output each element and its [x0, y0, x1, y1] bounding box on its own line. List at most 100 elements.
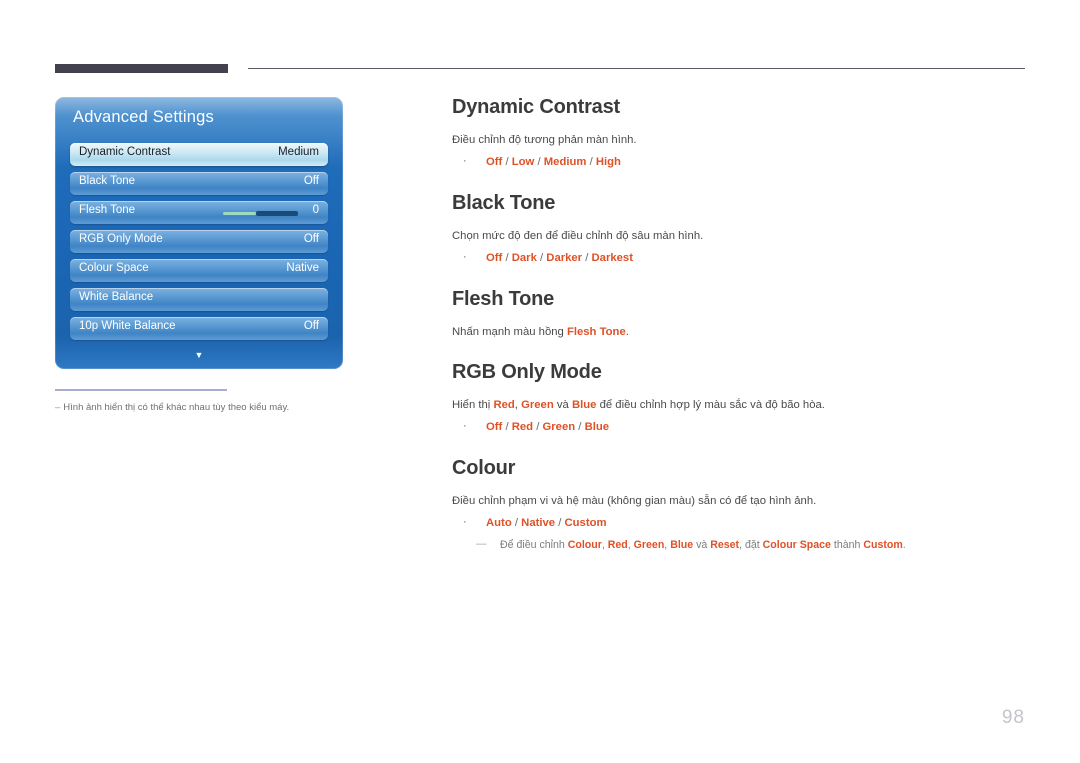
subnote-text: .: [902, 539, 906, 552]
menu-item-label: Black Tone: [79, 175, 136, 187]
option-value: High: [595, 156, 621, 169]
option-separator: /: [534, 156, 544, 169]
bullet-dot-icon: ·: [463, 155, 467, 168]
section-description: Điều chỉnh phạm vi và hệ màu (không gian…: [452, 494, 817, 507]
subnote-term: Green: [633, 539, 665, 552]
menu-item-flesh-tone[interactable]: Flesh Tone 0: [70, 201, 328, 224]
section-description: Hiển thị Red, Green và Blue để điều chỉn…: [452, 397, 1032, 413]
subnote-term: Blue: [670, 539, 694, 552]
section-description: Điều chỉnh độ tương phản màn hình.: [452, 134, 637, 146]
subnote-term: Reset: [710, 539, 740, 552]
option-separator: /: [533, 421, 543, 434]
option-separator: /: [586, 156, 596, 169]
option-value: Dark: [511, 252, 537, 265]
subnote-text: và: [693, 539, 711, 552]
page-number: 98: [1001, 707, 1025, 728]
option-value: Off: [486, 156, 503, 169]
option-value: Off: [486, 421, 503, 434]
subnote-text: thành: [830, 539, 864, 552]
flesh-tone-slider[interactable]: [223, 211, 298, 216]
option-value: Darkest: [591, 252, 633, 265]
option-value: Green: [542, 421, 576, 434]
menu-item-value: Off: [303, 320, 319, 332]
menu-item-white-balance[interactable]: White Balance: [70, 288, 328, 311]
option-value: Native: [521, 517, 556, 529]
header-rule-thick: [55, 64, 228, 73]
option-value: Low: [511, 156, 535, 169]
bullet-dot-icon: ·: [463, 516, 467, 528]
menu-item-dynamic-contrast[interactable]: Dynamic Contrast Medium: [70, 143, 328, 166]
desc-text: để điều chỉnh hợp lý màu sắc và độ bão h…: [596, 398, 825, 411]
option-value: Auto: [486, 517, 512, 529]
page-header-rule: [55, 64, 1025, 74]
menu-item-value: Off: [303, 233, 319, 245]
section-description: Chọn mức độ đen để điều chỉnh độ sâu màn…: [452, 229, 704, 242]
desc-term: Flesh Tone: [566, 325, 626, 338]
option-separator: /: [582, 252, 592, 265]
menu-item-value: Off: [303, 175, 319, 187]
menu-item-label: Dynamic Contrast: [79, 146, 171, 158]
option-list: · Off / Dark / Darker / Darkest: [452, 250, 1032, 266]
menu-item-black-tone[interactable]: Black Tone Off: [70, 172, 328, 195]
bullet-dot-icon: ·: [463, 420, 467, 433]
menu-item-label: Flesh Tone: [79, 204, 136, 216]
section-flesh-tone: Flesh Tone Nhấn mạnh màu hồng Flesh Tone…: [452, 288, 1032, 340]
desc-term: Red: [493, 398, 515, 411]
footnote-dash: ‒: [55, 402, 61, 413]
menu-item-value: Medium: [278, 146, 319, 158]
slider-track-right: [256, 211, 298, 216]
option-value: Medium: [543, 156, 587, 169]
desc-text: và: [553, 398, 572, 411]
footnote: ‒ Hình ảnh hiển thị có thể khác nhau tùy …: [55, 402, 455, 413]
subnote-term: Colour: [567, 539, 602, 552]
section-title: Colour: [452, 456, 516, 479]
option-value: Red: [511, 421, 534, 434]
section-rgb-only-mode: RGB Only Mode Hiển thị Red, Green và Blu…: [452, 361, 1032, 436]
bullet-dot-icon: ·: [463, 251, 467, 264]
section-colour: Colour Điều chỉnh phạm vi và hệ màu (khô…: [452, 457, 1032, 554]
desc-term: Blue: [571, 398, 597, 411]
subnote-text: Để điều chỉnh: [500, 539, 568, 552]
menu-item-value: 0: [312, 204, 319, 216]
advanced-settings-menu-panel: Advanced Settings Dynamic Contrast Mediu…: [55, 97, 343, 369]
option-value: Off: [486, 252, 503, 265]
subnote-dash-icon: —: [476, 538, 487, 551]
option-separator: /: [555, 517, 565, 529]
desc-text: Hiển thị: [452, 398, 494, 411]
option-separator: /: [502, 421, 512, 434]
menu-item-label: RGB Only Mode: [79, 233, 163, 245]
desc-text: Nhấn mạnh màu hồng: [452, 325, 567, 338]
option-value: Darker: [546, 252, 583, 265]
option-separator: /: [536, 252, 547, 265]
content-column: Dynamic Contrast Điều chỉnh độ tương phả…: [452, 96, 1032, 575]
section-title: RGB Only Mode: [452, 360, 602, 383]
menu-item-10p-white-balance[interactable]: 10p White Balance Off: [70, 317, 328, 340]
menu-item-value: Native: [286, 262, 319, 274]
section-subnote: — Để điều chỉnh Colour, Red, Green, Blue …: [452, 538, 1032, 553]
option-value: Custom: [564, 517, 607, 529]
option-separator: /: [511, 517, 522, 529]
option-list: · Auto / Native / Custom: [452, 515, 1032, 531]
desc-text: .: [625, 325, 629, 338]
section-description: Nhấn mạnh màu hồng Flesh Tone.: [452, 324, 1032, 340]
option-separator: /: [502, 252, 512, 265]
subnote-text: , đặt: [739, 539, 763, 552]
option-list: · Off / Red / Green / Blue: [452, 419, 1032, 435]
subnote-term: Red: [607, 539, 628, 552]
slider-track-left: [223, 212, 256, 215]
desc-term: Green: [521, 398, 554, 411]
scroll-down-arrow-icon[interactable]: ▼: [55, 351, 343, 360]
section-title: Flesh Tone: [452, 287, 555, 310]
option-list: · Off / Low / Medium / High: [452, 154, 1032, 170]
menu-item-list: Dynamic Contrast Medium Black Tone Off F…: [70, 143, 328, 346]
menu-item-colour-space[interactable]: Colour Space Native: [70, 259, 328, 282]
menu-title: Advanced Settings: [73, 108, 214, 126]
menu-item-rgb-only-mode[interactable]: RGB Only Mode Off: [70, 230, 328, 253]
option-separator: /: [575, 421, 585, 434]
subnote-term: Colour Space: [762, 539, 831, 552]
subnote-term: Custom: [863, 539, 903, 552]
option-value: Blue: [584, 421, 610, 434]
section-title: Dynamic Contrast: [452, 96, 620, 118]
menu-item-label: Colour Space: [79, 262, 149, 274]
footnote-divider: [55, 389, 227, 391]
